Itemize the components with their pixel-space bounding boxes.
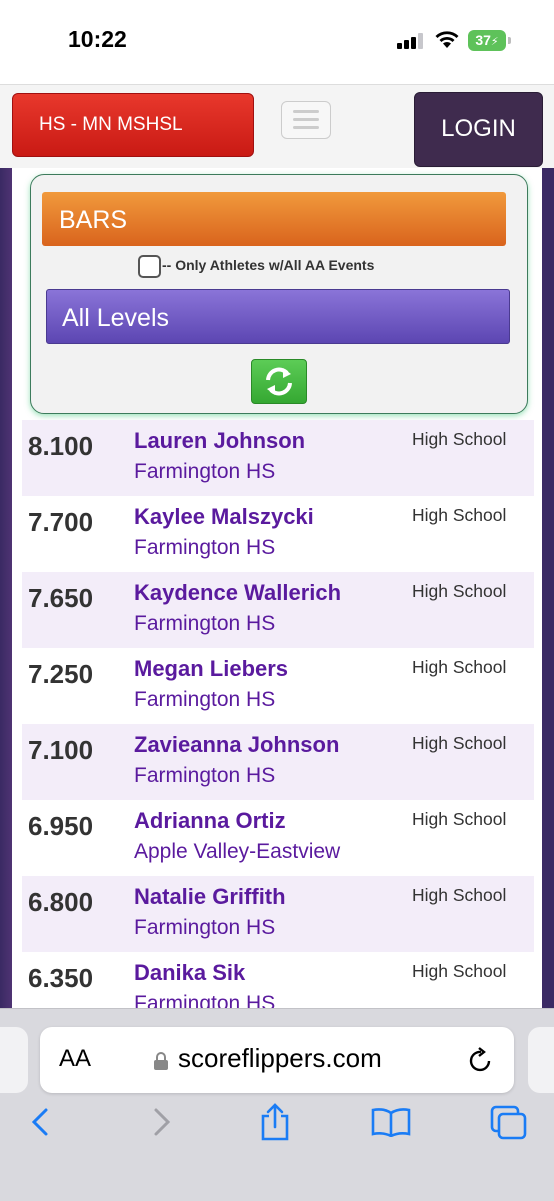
score: 7.250 <box>28 659 94 689</box>
athlete-name[interactable]: Kaydence Wallerich <box>134 580 341 606</box>
team-name[interactable]: Farmington HS <box>134 460 275 484</box>
address-bar[interactable]: AA scoreflippers.com <box>40 1027 514 1093</box>
result-row[interactable]: 7.250 Megan Liebers Farmington HS High S… <box>22 648 534 724</box>
hamburger-menu-button[interactable] <box>281 101 331 139</box>
level-select[interactable]: All Levels <box>46 289 510 344</box>
level-label: High School <box>412 809 507 829</box>
team-name[interactable]: Farmington HS <box>134 536 275 560</box>
result-row[interactable]: 7.700 Kaylee Malszycki Farmington HS Hig… <box>22 496 534 572</box>
next-tab-preview[interactable] <box>528 1027 554 1093</box>
aa-checkbox-label: -- Only Athletes w/All AA Events <box>162 257 375 274</box>
level-label: High School <box>412 961 507 981</box>
status-bar: 10:22 37⚡ <box>0 0 554 84</box>
result-row[interactable]: 6.800 Natalie Griffith Farmington HS Hig… <box>22 876 534 952</box>
score: 6.800 <box>28 887 94 917</box>
athlete-name[interactable]: Adrianna Ortiz <box>134 808 286 834</box>
results-list: 8.100 Lauren Johnson Farmington HS High … <box>22 420 534 1008</box>
score: 8.100 <box>28 431 94 461</box>
level-label: High School <box>412 885 507 905</box>
refresh-button[interactable] <box>251 359 307 404</box>
battery-cap <box>508 37 511 44</box>
level-label: High School <box>412 429 507 449</box>
battery-level: 37 <box>475 32 491 48</box>
bookmarks-icon[interactable] <box>370 1107 412 1137</box>
level-label: High School <box>412 505 507 525</box>
score: 6.950 <box>28 811 94 841</box>
result-row[interactable]: 6.950 Adrianna Ortiz Apple Valley-Eastvi… <box>22 800 534 876</box>
athlete-name[interactable]: Kaylee Malszycki <box>134 504 314 530</box>
result-row[interactable]: 7.650 Kaydence Wallerich Farmington HS H… <box>22 572 534 648</box>
tabs-icon[interactable] <box>490 1105 528 1141</box>
result-row[interactable]: 8.100 Lauren Johnson Farmington HS High … <box>22 420 534 496</box>
athlete-name[interactable]: Natalie Griffith <box>134 884 286 910</box>
athlete-name[interactable]: Lauren Johnson <box>134 428 305 454</box>
level-label: High School <box>412 657 507 677</box>
aa-checkbox[interactable] <box>138 255 161 278</box>
athlete-name[interactable]: Danika Sik <box>134 960 245 986</box>
state-select-button[interactable]: HS - MN MSHSL <box>12 93 254 157</box>
page-settings-button[interactable]: AA <box>59 1045 91 1073</box>
site-header: HS - MN MSHSL LOGIN <box>0 84 554 169</box>
refresh-icon <box>266 367 292 396</box>
score: 6.350 <box>28 963 94 993</box>
athlete-name[interactable]: Megan Liebers <box>134 656 288 682</box>
battery-icon: 37⚡ <box>468 30 506 51</box>
event-select[interactable]: BARS <box>42 192 506 246</box>
level-label: High School <box>412 733 507 753</box>
team-name[interactable]: Farmington HS <box>134 688 275 712</box>
url-text: scoreflippers.com <box>178 1043 382 1073</box>
score: 7.650 <box>28 583 94 613</box>
score: 7.700 <box>28 507 94 537</box>
back-icon[interactable] <box>28 1107 54 1137</box>
athlete-name[interactable]: Zavieanna Johnson <box>134 732 339 758</box>
forward-icon[interactable] <box>148 1107 174 1137</box>
aa-filter-row: -- Only Athletes w/All AA Events <box>138 255 374 279</box>
browser-toolbar: AA scoreflippers.com <box>0 1008 554 1201</box>
wifi-icon <box>435 31 459 48</box>
status-time: 10:22 <box>68 26 127 52</box>
previous-tab-preview[interactable] <box>0 1027 28 1093</box>
result-row[interactable]: 6.350 Danika Sik Farmington HS High Scho… <box>22 952 534 1008</box>
team-name[interactable]: Farmington HS <box>134 992 275 1008</box>
team-name[interactable]: Apple Valley-Eastview <box>134 840 340 864</box>
cellular-signal-icon <box>397 33 427 49</box>
page-settings-label: AA <box>59 1045 92 1072</box>
team-name[interactable]: Farmington HS <box>134 916 275 940</box>
team-name[interactable]: Farmington HS <box>134 612 275 636</box>
login-button[interactable]: LOGIN <box>414 92 543 167</box>
result-row[interactable]: 7.100 Zavieanna Johnson Farmington HS Hi… <box>22 724 534 800</box>
lock-icon <box>154 1052 168 1070</box>
team-name[interactable]: Farmington HS <box>134 764 275 788</box>
level-label: High School <box>412 581 507 601</box>
reload-icon[interactable] <box>468 1046 494 1074</box>
score: 7.100 <box>28 735 94 765</box>
share-icon[interactable] <box>259 1103 291 1141</box>
